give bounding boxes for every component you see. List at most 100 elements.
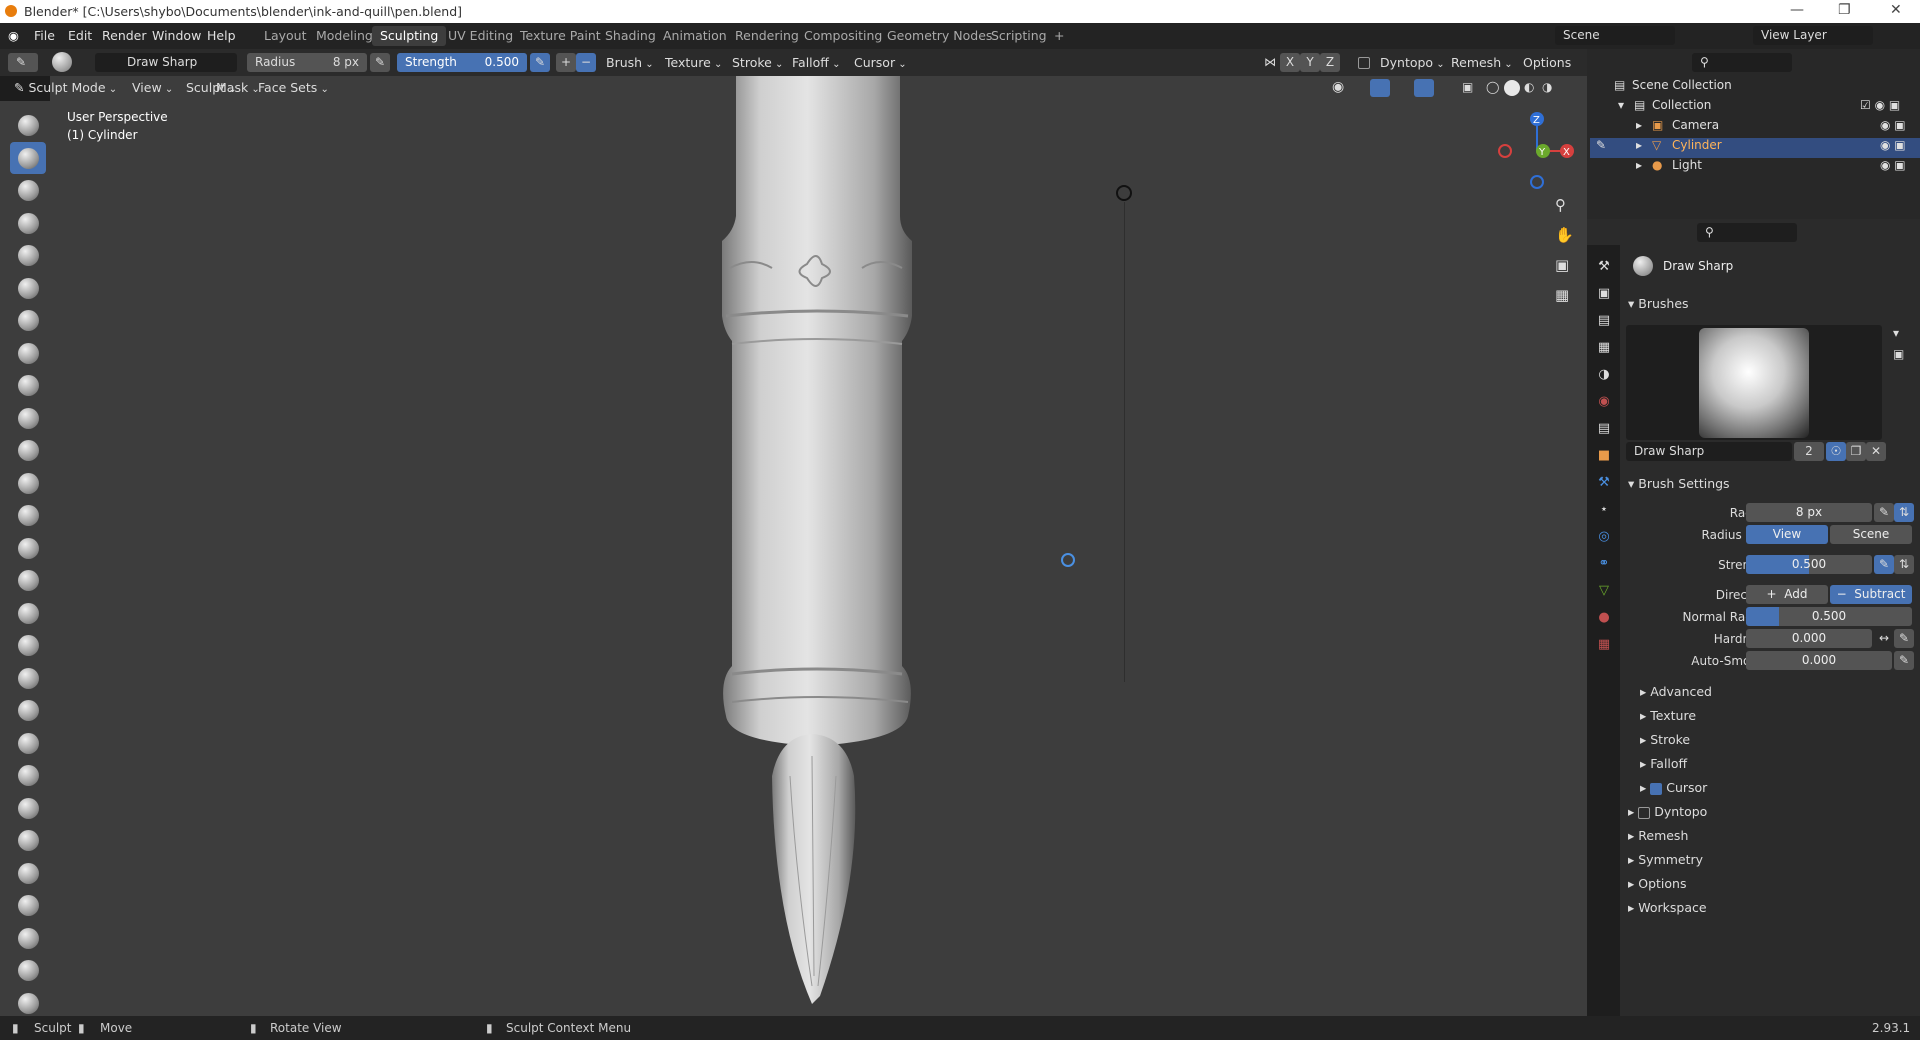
tool-grab-icon[interactable] [10, 597, 46, 629]
outliner-search-icon[interactable]: ⚲ [1692, 53, 1792, 72]
remesh-menu[interactable]: Remesh [1445, 53, 1519, 72]
outliner-item-camera[interactable]: ▸ ▣ Camera ◉ ▣ [1590, 118, 1920, 138]
tool-slide-relax-icon[interactable] [10, 824, 46, 856]
properties-search-icon[interactable]: ⚲ [1697, 223, 1797, 242]
properties-tab-texture-icon[interactable]: ▦ [1594, 635, 1614, 655]
properties-tab-material-icon[interactable]: ● [1594, 608, 1614, 628]
viewport-menu-face-sets[interactable]: Face Sets [252, 78, 335, 97]
tab-rendering[interactable]: Rendering [727, 26, 807, 46]
strength-prop-pressure-icon[interactable]: ✎ [1874, 555, 1894, 574]
menu-window[interactable]: Window [152, 28, 201, 43]
properties-tab-world-icon[interactable]: ◉ [1594, 392, 1614, 412]
radius-field[interactable]: Radius 8 px [247, 53, 367, 72]
symmetry-panel[interactable]: ▸ Symmetry [1628, 852, 1703, 867]
tool-nudge-icon[interactable] [10, 759, 46, 791]
cursor-subpanel[interactable]: ▸ Cursor [1640, 780, 1707, 795]
tool-rotate-icon[interactable] [10, 792, 46, 824]
tool-cloth-icon[interactable] [10, 889, 46, 921]
cursor-checkbox[interactable] [1650, 782, 1663, 795]
camera-view-icon[interactable]: ▣ [1555, 256, 1569, 274]
material-shading-icon[interactable]: ◐ [1524, 80, 1534, 94]
brush-image-icon[interactable]: ▣ [1893, 347, 1904, 361]
tool-draw-icon[interactable] [10, 109, 46, 141]
tool-draw-sharp-icon[interactable] [10, 141, 46, 174]
stroke-menu[interactable]: Stroke [726, 53, 789, 72]
xray-icon[interactable]: ▣ [1462, 80, 1473, 94]
tab-modeling[interactable]: Modeling [308, 26, 381, 46]
brush-menu[interactable]: Brush [600, 53, 660, 72]
navigation-gizmo[interactable]: Z X Y [1485, 105, 1580, 195]
tool-mask-icon[interactable] [10, 954, 46, 986]
options-panel[interactable]: ▸ Options [1628, 876, 1686, 891]
tool-blob-icon[interactable] [10, 337, 46, 369]
restore-icon[interactable]: ❐ [1838, 2, 1851, 18]
auto-smooth-pressure-icon[interactable]: ✎ [1894, 651, 1914, 670]
dyntopo-panel[interactable]: ▸ Dyntopo [1628, 804, 1707, 819]
close-icon[interactable]: ✕ [1890, 2, 1902, 18]
menu-render[interactable]: Render [102, 28, 147, 43]
brushes-panel-header[interactable]: ▾ Brushes [1628, 296, 1689, 311]
hardness-pressure-icon[interactable]: ✎ [1894, 629, 1914, 648]
direction-add-icon[interactable]: + [556, 53, 576, 72]
tool-layer-icon[interactable] [10, 272, 46, 304]
brush-users-count[interactable]: 2 [1794, 442, 1824, 461]
editor-type-icon[interactable]: ✎ [8, 53, 38, 72]
mode-selector[interactable]: ✎ Sculpt Mode [8, 78, 123, 97]
brush-name-field[interactable]: Draw Sharp [95, 53, 237, 72]
radius-prop-pressure-icon[interactable]: ✎ [1874, 503, 1894, 522]
properties-tab-render-icon[interactable]: ▣ [1594, 284, 1614, 304]
tool-boundary-icon[interactable] [10, 857, 46, 889]
overlays-toggle-icon[interactable] [1414, 79, 1434, 97]
tab-texture-paint[interactable]: Texture Paint [512, 26, 609, 46]
symmetry-x[interactable]: X [1280, 53, 1300, 72]
symmetry-z[interactable]: Z [1320, 53, 1340, 72]
properties-tab-physics-icon[interactable]: ◎ [1594, 527, 1614, 547]
hardness-field[interactable]: 0.000 [1746, 629, 1872, 648]
texture-menu[interactable]: Texture [659, 53, 728, 72]
brush-icon[interactable] [52, 52, 72, 72]
radius-pressure-icon[interactable]: ✎ [370, 53, 390, 72]
properties-tab-modifier-icon[interactable]: ⚒ [1594, 473, 1614, 493]
add-workspace-icon[interactable]: + [1046, 26, 1072, 46]
tool-smooth-icon[interactable] [10, 402, 46, 434]
properties-tab-scene-icon[interactable]: ◑ [1594, 365, 1614, 385]
falloff-menu[interactable]: Falloff [786, 53, 846, 72]
blender-menu-icon[interactable]: ◉ [8, 28, 19, 43]
rendered-shading-icon[interactable]: ◑ [1542, 80, 1552, 94]
radius-unit-scene[interactable]: Scene [1830, 525, 1912, 544]
tool-flatten-icon[interactable] [10, 434, 46, 466]
tab-layout[interactable]: Layout [256, 26, 315, 46]
outliner-item-light[interactable]: ▸ ● Light ◉ ▣ [1590, 158, 1920, 178]
properties-tab-output-icon[interactable]: ▤ [1594, 311, 1614, 331]
tool-draw-face-sets-icon[interactable] [10, 987, 46, 1019]
duplicate-brush-icon[interactable]: ❐ [1846, 442, 1866, 461]
tab-shading[interactable]: Shading [597, 26, 664, 46]
viewport-menu-view[interactable]: View [126, 78, 179, 97]
radius-prop-field[interactable]: 8 px [1746, 503, 1872, 522]
pan-hand-icon[interactable]: ✋ [1555, 226, 1574, 244]
properties-tab-collection-icon[interactable]: ▤ [1594, 419, 1614, 439]
symmetry-y[interactable]: Y [1300, 53, 1320, 72]
strength-pressure-icon[interactable]: ✎ [530, 53, 550, 72]
tool-multiplane-scrape-icon[interactable] [10, 532, 46, 564]
brush-preview-image[interactable] [1699, 328, 1809, 438]
outliner-scene-collection[interactable]: ▤ Scene Collection [1590, 78, 1920, 98]
tool-clay-thumb-icon[interactable] [10, 239, 46, 271]
dyntopo-checkbox[interactable] [1358, 57, 1370, 69]
stroke-subpanel[interactable]: ▸ Stroke [1640, 732, 1690, 747]
scene-selector[interactable]: Scene [1555, 26, 1675, 45]
radius-unit-view[interactable]: View [1746, 525, 1828, 544]
advanced-subpanel[interactable]: ▸ Advanced [1640, 684, 1712, 699]
properties-tab-constraints-icon[interactable]: ⚭ [1594, 554, 1614, 574]
tool-pose-icon[interactable] [10, 727, 46, 759]
wireframe-shading-icon[interactable]: ◯ [1486, 80, 1499, 94]
gizmo-toggle-icon[interactable] [1370, 79, 1390, 97]
menu-help[interactable]: Help [207, 28, 236, 43]
tool-elastic-deform-icon[interactable] [10, 629, 46, 661]
solid-shading-icon[interactable] [1504, 80, 1520, 96]
brush-datablock-field[interactable]: Draw Sharp [1626, 442, 1792, 461]
outliner-collection[interactable]: ▾ ▤ Collection ☑ ◉ ▣ [1590, 98, 1920, 118]
tool-snake-hook-icon[interactable] [10, 662, 46, 694]
menu-file[interactable]: File [34, 28, 55, 43]
direction-subtract-button[interactable]: − Subtract [1830, 585, 1912, 604]
